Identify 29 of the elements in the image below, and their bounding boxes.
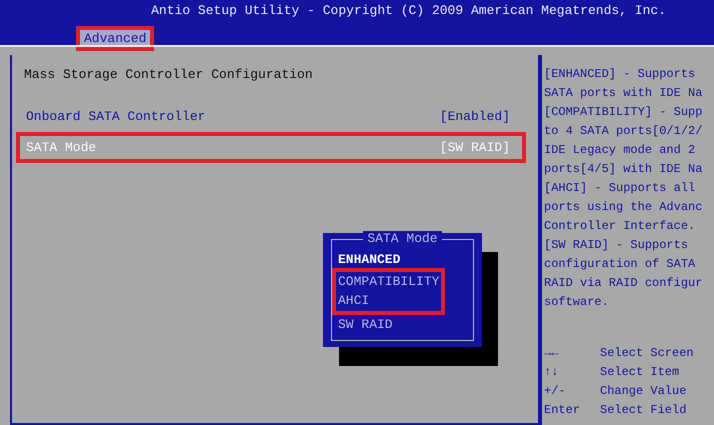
help-text-line: [SW RAID] - Supports — [544, 237, 690, 254]
help-text-line: RAID via RAID configur — [544, 275, 704, 292]
option-item[interactable]: ENHANCED — [338, 250, 400, 270]
tab[interactable]: Advanced — [76, 26, 154, 51]
key-action: Change Value — [600, 383, 686, 400]
key-label: Enter — [544, 402, 582, 419]
help-text-line: to 4 SATA ports[0/1/2/ — [544, 123, 704, 140]
section-heading: Mass Storage Controller Configuration — [24, 66, 314, 84]
key-action: Select Item — [600, 364, 680, 381]
help-text-line: Controller Interface. — [544, 218, 696, 235]
option-item[interactable]: SW RAID — [338, 314, 393, 334]
help-text-line: [ENHANCED] - Supports — [544, 66, 696, 83]
key-label: →← — [544, 345, 560, 362]
window-title: Antio Setup Utility - Copyright (C) 2009 American Megatrends, Inc. — [150, 2, 667, 20]
key-action: Select Field — [600, 402, 686, 419]
help-text-line: software. — [544, 294, 610, 311]
help-text-line: ports using the Advanc — [544, 199, 704, 216]
setting-item[interactable]: Onboard SATA Controller [Enabled] — [16, 101, 526, 132]
help-text-line: [AHCI] - Supports all — [544, 180, 696, 197]
help-text-line: IDE Legacy mode and 2 — [544, 142, 696, 159]
help-text-line: [COMPATIBILITY] - Supp — [544, 104, 704, 121]
help-text-line: ports[4/5] with IDE Na — [544, 161, 704, 178]
option-item[interactable]: COMPATIBILITY — [338, 272, 440, 291]
key-label: ↑↓ — [544, 364, 560, 381]
help-text-line: SATA ports with IDE Na — [544, 85, 704, 102]
help-text-line: configuration of SATA — [544, 256, 696, 273]
key-action: Select Screen — [600, 345, 694, 362]
option-item[interactable]: AHCI — [338, 291, 370, 310]
key-label: +/- — [544, 383, 567, 400]
